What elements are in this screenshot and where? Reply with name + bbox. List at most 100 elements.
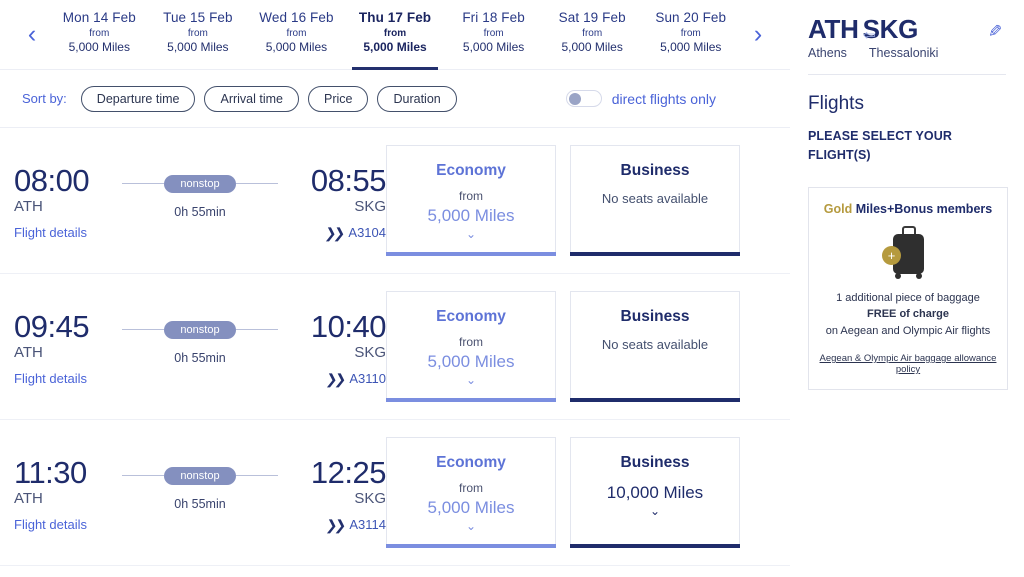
flight-details-link[interactable]: Flight details — [14, 371, 122, 386]
promo-title-rest: Miles+Bonus members — [852, 201, 993, 216]
departure-airport-code: ATH — [14, 344, 43, 362]
fare-from-label: from — [459, 335, 483, 349]
sort-option-arrival-time[interactable]: Arrival time — [204, 85, 299, 112]
date-cell-0[interactable]: Mon 14 Feb from 5,000 Miles — [50, 0, 149, 69]
arrival-airport-code: SKG — [354, 344, 386, 362]
baggage-promo-box: Gold Miles+Bonus members + 1 additional … — [808, 186, 1008, 390]
arrival-block: 10:40 SKG ❯❯ A3110 — [278, 308, 387, 387]
pencil-icon[interactable]: ✎ — [988, 22, 1002, 42]
fare-unavailable-text: No seats available — [601, 191, 709, 206]
flight-number: A3110 — [349, 371, 386, 387]
route-middle: nonstop 0h 55min — [122, 457, 278, 511]
flight-number: A3114 — [349, 517, 386, 533]
date-cells: Mon 14 Feb from 5,000 Miles Tue 15 Feb f… — [50, 0, 740, 70]
fare-class-title: Economy — [436, 308, 506, 325]
date-day-label: Fri 18 Feb — [462, 9, 525, 25]
fare-price: 10,000 Miles — [606, 483, 704, 502]
fare-card-business[interactable]: Business 10,000 Miles ⌄ — [570, 437, 740, 548]
promo-line-1: 1 additional piece of baggage — [836, 291, 980, 304]
flight-duration: 0h 55min — [174, 496, 226, 511]
stops-line: nonstop — [122, 174, 278, 193]
route-line-right — [235, 183, 278, 185]
flight-segment: 11:30 ATH Flight details nonstop 0h 55mi… — [14, 453, 387, 533]
date-day-label: Tue 15 Feb — [163, 9, 233, 25]
departure-block: 11:30 ATH Flight details — [14, 456, 122, 532]
stops-line: nonstop — [122, 320, 278, 339]
chevron-down-icon[interactable]: ⌄ — [650, 505, 660, 517]
stops-line: nonstop — [122, 466, 278, 485]
arrival-time: 12:25 — [310, 454, 387, 490]
direct-flights-toggle-group: direct flights only — [565, 90, 768, 107]
stops-badge: nonstop — [164, 174, 236, 193]
route-line-right — [235, 329, 278, 331]
date-cell-4[interactable]: Fri 18 Feb from 5,000 Miles — [444, 0, 543, 69]
fare-class-title: Economy — [436, 454, 506, 471]
chevron-down-icon[interactable]: ⌄ — [466, 228, 476, 240]
sort-option-price[interactable]: Price — [308, 85, 369, 112]
aegean-plane-icon: ❯❯ — [324, 516, 345, 533]
flight-row: 08:00 ATH Flight details nonstop 0h 55mi… — [0, 128, 790, 274]
sort-option-departure-time[interactable]: Departure time — [80, 85, 196, 112]
date-cell-2[interactable]: Wed 16 Feb from 5,000 Miles — [247, 0, 346, 69]
chevron-down-icon[interactable]: ⌄ — [466, 520, 476, 532]
prev-dates-arrow-icon[interactable]: ‹ — [14, 0, 50, 69]
arrow-left-icon: ⇦ — [863, 27, 876, 44]
arrival-airport-code: SKG — [354, 198, 386, 216]
baggage-policy-link[interactable]: Aegean & Olympic Air baggage allowance p… — [819, 353, 997, 375]
flight-details-link[interactable]: Flight details — [14, 225, 122, 240]
next-dates-arrow-icon[interactable]: › — [740, 0, 776, 69]
fare-card-economy[interactable]: Economy from 5,000 Miles ⌄ — [386, 145, 556, 256]
route-line-left — [122, 475, 165, 477]
date-from-label: from — [286, 27, 307, 39]
sort-by-label: Sort by: — [22, 91, 67, 106]
date-day-label: Sun 20 Feb — [655, 9, 727, 25]
date-price-label: 5,000 Miles — [660, 39, 722, 54]
booking-summary-sidebar: ATH ⇦ SKG Athens Thessaloniki ✎ Flights … — [790, 0, 1024, 577]
sort-bar: Sort by: Departure time Arrival time Pri… — [0, 70, 790, 128]
fare-class-title: Business — [620, 454, 690, 471]
stops-badge: nonstop — [164, 320, 236, 339]
departure-block: 09:45 ATH Flight details — [14, 310, 122, 386]
fare-unavailable-text: No seats available — [601, 337, 709, 352]
fare-from-label: from — [459, 189, 483, 203]
departure-airport-code: ATH — [14, 490, 43, 508]
flight-list: 08:00 ATH Flight details nonstop 0h 55mi… — [0, 128, 790, 566]
fare-class-title: Economy — [436, 162, 506, 179]
arrival-time: 10:40 — [310, 308, 387, 344]
flights-heading: Flights — [808, 93, 864, 114]
date-cell-3-selected[interactable]: Thu 17 Feb from 5,000 Miles — [346, 0, 445, 70]
fare-cards: Economy from 5,000 Miles ⌄ Business No s… — [386, 145, 740, 256]
arrival-airport-code: SKG — [354, 490, 386, 508]
route-line-right — [235, 475, 278, 477]
fare-price: 5,000 Miles — [427, 498, 515, 517]
date-cell-5[interactable]: Sat 19 Feb from 5,000 Miles — [543, 0, 642, 69]
fare-card-business[interactable]: Business No seats available — [570, 291, 740, 402]
select-flights-note: PLEASE SELECT YOUR FLIGHT(S) — [808, 129, 952, 162]
route-codes: ATH ⇦ SKG — [808, 14, 938, 45]
date-cell-1[interactable]: Tue 15 Feb from 5,000 Miles — [149, 0, 248, 69]
chevron-down-icon[interactable]: ⌄ — [466, 374, 476, 386]
date-price-label: 5,000 Miles — [363, 39, 427, 54]
sidebar-divider — [808, 74, 1006, 75]
destination-city: Thessaloniki — [868, 46, 939, 60]
flight-duration: 0h 55min — [174, 204, 226, 219]
date-from-label: from — [383, 27, 407, 39]
flight-details-link[interactable]: Flight details — [14, 517, 122, 532]
route-block: ATH ⇦ SKG Athens Thessaloniki — [808, 14, 938, 60]
date-price-label: 5,000 Miles — [68, 39, 130, 54]
fare-from-label: from — [459, 481, 483, 495]
date-from-label: from — [89, 27, 110, 39]
fare-class-title: Business — [620, 308, 690, 325]
flight-number-row: ❯❯ A3114 — [324, 516, 386, 533]
date-from-label: from — [582, 27, 603, 39]
date-from-label: from — [483, 27, 504, 39]
sort-option-duration[interactable]: Duration — [377, 85, 457, 112]
date-cell-6[interactable]: Sun 20 Feb from 5,000 Miles — [641, 0, 740, 69]
fare-card-business[interactable]: Business No seats available — [570, 145, 740, 256]
direct-flights-toggle[interactable] — [565, 90, 602, 107]
date-selector-strip: ‹ Mon 14 Feb from 5,000 Miles Tue 15 Feb… — [0, 0, 790, 70]
fare-card-economy[interactable]: Economy from 5,000 Miles ⌄ — [386, 437, 556, 548]
stops-badge: nonstop — [164, 466, 236, 485]
fare-card-economy[interactable]: Economy from 5,000 Miles ⌄ — [386, 291, 556, 402]
fare-cards: Economy from 5,000 Miles ⌄ Business No s… — [386, 291, 740, 402]
